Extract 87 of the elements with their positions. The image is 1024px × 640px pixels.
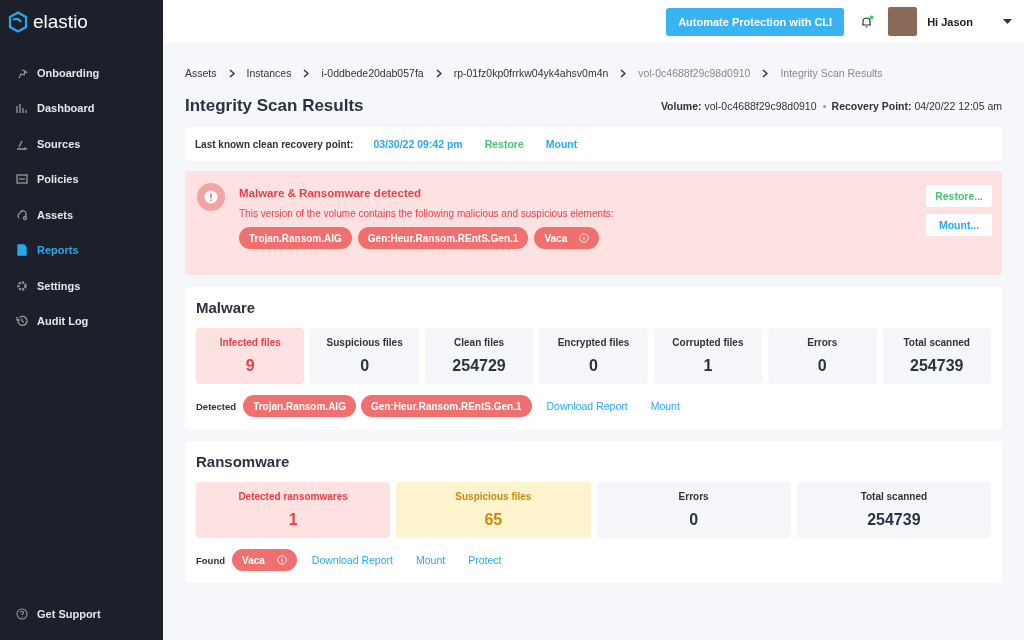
sidebar-item[interactable]: Sources	[0, 126, 163, 162]
action-link[interactable]: Mount	[650, 400, 680, 412]
nav-icon	[16, 315, 28, 328]
stat-value: 0	[360, 357, 370, 375]
page-title: Integrity Scan Results	[185, 96, 364, 116]
action-link[interactable]: Download Report	[546, 400, 628, 412]
nav-icon	[16, 208, 28, 221]
breadcrumb-link[interactable]: vol-0c4688f29c98d0910	[638, 67, 751, 79]
stat-label: Detected ransomwares	[238, 491, 348, 502]
breadcrumb-link[interactable]: Integrity Scan Results	[780, 67, 883, 79]
meta-info: Recovery Point: 04/20/22 12:05 am	[831, 100, 1002, 112]
alert-icon	[197, 183, 225, 211]
nav-icon	[16, 173, 28, 186]
stat-value: 0	[689, 511, 699, 529]
action-link[interactable]: Mount	[545, 138, 578, 150]
chevron-right-icon	[303, 68, 310, 78]
stat-value: 9	[245, 357, 255, 375]
stat-value: 0	[589, 357, 598, 375]
alert-action-button[interactable]: Restore...	[926, 185, 992, 207]
action-link[interactable]: Restore	[484, 138, 524, 150]
threat-tag[interactable]: Trojan.Ransom.AIG	[243, 395, 356, 417]
threat-tag[interactable]: Vaca	[232, 549, 297, 571]
logo-text: elastio	[33, 11, 88, 33]
avatar-photo-placeholder[interactable]	[888, 7, 918, 36]
clean-point-date: 03/30/22 09:42 pm	[373, 138, 463, 150]
section-title: Malware	[196, 299, 257, 316]
threat-tag[interactable]: Gen:Heur.Ransom.REntS.Gen.1	[360, 395, 532, 417]
stat-value: 1	[288, 511, 298, 529]
stat-label: Total scanned	[903, 337, 970, 348]
stat-value: 254739	[910, 357, 964, 375]
cli-button[interactable]: Automate Protection with CLI	[666, 7, 845, 36]
caret-icon[interactable]	[1003, 18, 1012, 25]
footer-label: Found	[196, 554, 225, 566]
clean-point-label: Last known clean recovery point:	[195, 138, 354, 150]
stat-value: 0	[817, 357, 827, 375]
stat-label: Errors	[807, 337, 838, 348]
chevron-right-icon	[435, 68, 442, 78]
info-icon	[276, 555, 287, 565]
stat-label: Infected files	[219, 337, 281, 348]
chevron-right-icon	[228, 68, 235, 78]
action-link[interactable]: Protect	[468, 554, 502, 566]
stat-label: Errors	[678, 491, 709, 502]
stat-value: 254729	[452, 357, 506, 375]
chevron-right-icon	[762, 68, 769, 78]
chevron-right-icon	[620, 68, 627, 78]
sidebar-item[interactable]: Policies	[0, 161, 163, 197]
get-support-link[interactable]: Get Support	[0, 596, 163, 632]
help-icon	[16, 608, 28, 621]
breadcrumb-link[interactable]: Instances	[246, 67, 292, 79]
nav-icon	[16, 102, 28, 115]
nav-icon	[16, 279, 28, 292]
threat-tag[interactable]: Vaca	[534, 227, 600, 249]
threat-tag[interactable]: Gen:Heur.Ransom.REntS.Gen.1	[357, 227, 529, 249]
stat-value: 1	[703, 357, 713, 375]
alert-message: This version of the volume contains the following malicious and suspicious elements:	[239, 208, 615, 219]
action-link[interactable]: Mount	[415, 554, 446, 566]
breadcrumb-link[interactable]: i-0ddbede20dab057fa	[321, 67, 424, 79]
breadcrumb-link[interactable]: Assets	[185, 67, 217, 79]
sidebar-item[interactable]: Settings	[0, 268, 163, 304]
alert-title: Malware & Ransomware detected	[239, 187, 423, 199]
breadcrumb-link[interactable]: rp-01fz0kp0frrkw04yk4ahsv0m4n	[453, 67, 609, 79]
stat-label: Total scanned	[860, 491, 928, 502]
stat-label: Clean files	[454, 337, 505, 348]
meta-info: Volume: vol-0c4688f29c98d0910	[660, 100, 817, 112]
threat-tag[interactable]: Trojan.Ransom.AIG	[239, 227, 352, 249]
separator-dot-icon	[822, 104, 826, 108]
nav-icon	[16, 244, 28, 257]
nav-icon	[16, 66, 28, 79]
stat-label: Suspicious files	[455, 491, 532, 502]
sidebar-item[interactable]: Dashboard	[0, 90, 163, 126]
user-greeting[interactable]: Hi Jason	[927, 15, 973, 28]
hexagon-logo-icon	[8, 11, 28, 33]
stat-value: 65	[484, 511, 503, 529]
stat-label: Corrupted files	[672, 337, 744, 348]
bell-icon[interactable]	[860, 14, 875, 29]
stat-value: 254739	[867, 511, 921, 529]
sidebar-item[interactable]: Onboarding	[0, 55, 163, 91]
sidebar-item[interactable]: Audit Log	[0, 303, 163, 339]
info-icon	[579, 233, 590, 243]
section-title: Ransomware	[196, 453, 291, 470]
alert-action-button[interactable]: Mount...	[926, 214, 992, 236]
action-link[interactable]: Download Report	[311, 554, 393, 566]
footer-label: Detected	[196, 400, 237, 412]
stat-label: Encrypted files	[557, 337, 630, 348]
sidebar-item[interactable]: Assets	[0, 197, 163, 233]
stat-label: Suspicious files	[326, 337, 403, 348]
sidebar-item[interactable]: Reports	[0, 232, 163, 268]
